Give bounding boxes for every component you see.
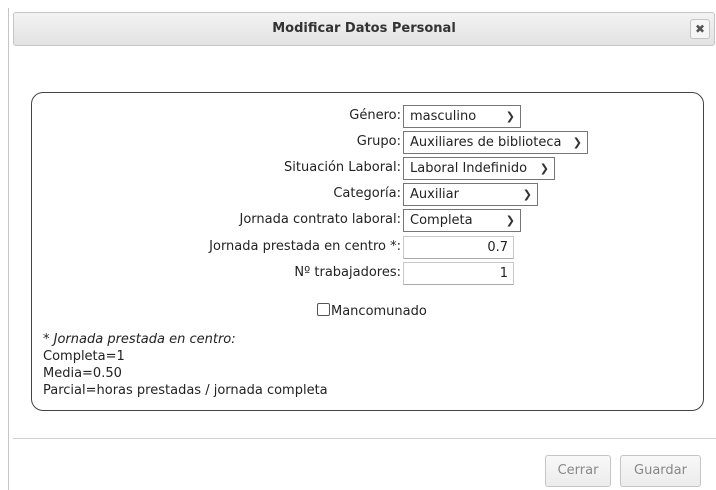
contract-workday-label: Jornada contrato laboral: <box>239 212 401 227</box>
contract-workday-select[interactable]: Completa ❯ <box>403 209 521 232</box>
center-workday-input[interactable]: 0.7 <box>403 236 514 259</box>
mancomunado-label: Mancomunado <box>331 304 427 319</box>
category-label: Categoría: <box>333 186 401 201</box>
chevron-down-icon: ❯ <box>505 110 515 123</box>
close-button[interactable]: Cerrar <box>545 455 611 487</box>
employment-status-row: Situación Laboral: Laboral Indefinido ❯ <box>32 157 703 181</box>
mancomunado-option[interactable]: Mancomunado <box>317 303 427 319</box>
gender-select-value: masculino <box>410 109 477 124</box>
workers-input[interactable]: 1 <box>403 262 514 285</box>
employment-status-select-value: Laboral Indefinido <box>410 161 528 176</box>
gender-row: Género: masculino ❯ <box>32 105 703 129</box>
workers-row: Nº trabajadores: 1 <box>32 262 703 286</box>
mancomunado-checkbox[interactable] <box>317 303 330 316</box>
employment-status-label: Situación Laboral: <box>284 160 401 175</box>
dialog-titlebar[interactable]: Modificar Datos Personal ✖ <box>13 12 715 46</box>
workday-note: * Jornada prestada en centro: Completa=1… <box>43 331 328 399</box>
footer-divider <box>13 438 716 439</box>
chevron-down-icon: ❯ <box>572 136 582 149</box>
gender-label: Género: <box>349 108 401 123</box>
category-select-value: Auxiliar <box>410 187 459 202</box>
note-heading: * Jornada prestada en centro: <box>43 332 236 347</box>
employment-status-select[interactable]: Laboral Indefinido ❯ <box>403 157 555 180</box>
chevron-down-icon: ❯ <box>522 188 532 201</box>
note-line: Completa=1 <box>43 349 125 364</box>
contract-workday-select-value: Completa <box>410 213 473 228</box>
chevron-down-icon: ❯ <box>505 214 515 227</box>
note-line: Parcial=horas prestadas / jornada comple… <box>43 383 328 398</box>
dialog-title: Modificar Datos Personal <box>272 21 456 36</box>
gender-select[interactable]: masculino ❯ <box>403 105 521 128</box>
save-button[interactable]: Guardar <box>620 455 701 487</box>
group-row: Grupo: Auxiliares de biblioteca ❯ <box>32 131 703 155</box>
group-select-value: Auxiliares de biblioteca <box>410 135 562 150</box>
center-workday-label: Jornada prestada en centro *: <box>209 239 401 254</box>
modal-dialog: Modificar Datos Personal ✖ Género: mascu… <box>8 8 716 490</box>
category-row: Categoría: Auxiliar ❯ <box>32 183 703 207</box>
contract-workday-row: Jornada contrato laboral: Completa ❯ <box>32 209 703 233</box>
workers-label: Nº trabajadores: <box>294 265 401 280</box>
group-select[interactable]: Auxiliares de biblioteca ❯ <box>403 131 588 154</box>
close-icon[interactable]: ✖ <box>690 19 710 39</box>
center-workday-row: Jornada prestada en centro *: 0.7 <box>32 236 703 260</box>
category-select[interactable]: Auxiliar ❯ <box>403 183 538 206</box>
note-line: Media=0.50 <box>43 366 122 381</box>
form-panel: Género: masculino ❯ Grupo: Auxiliares de… <box>31 92 704 411</box>
chevron-down-icon: ❯ <box>539 162 549 175</box>
group-label: Grupo: <box>356 134 401 149</box>
